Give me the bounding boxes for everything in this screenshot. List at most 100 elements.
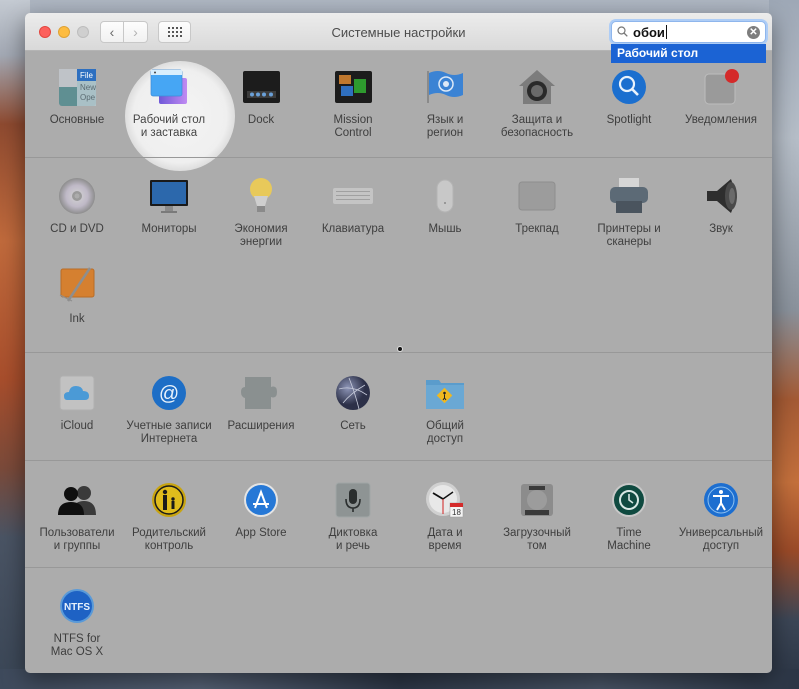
pane-desktop-screensaver[interactable]: Рабочий стол и заставка bbox=[123, 67, 215, 140]
pane-trackpad[interactable]: Трекпад bbox=[491, 176, 583, 236]
time-machine-icon bbox=[609, 480, 649, 520]
pane-label: Ink bbox=[69, 313, 85, 325]
section-internet: iCloud @ Учетные записи Интернета Расшир… bbox=[25, 352, 772, 460]
pane-date-time[interactable]: 18 Дата и время bbox=[399, 480, 491, 553]
pane-dictation-speech[interactable]: Диктовка и речь bbox=[307, 480, 399, 553]
chevron-right-icon: › bbox=[133, 24, 138, 40]
clear-search-icon[interactable]: ✕ bbox=[747, 26, 760, 39]
printers-scanners-icon bbox=[609, 176, 649, 216]
pane-label: Time Machine bbox=[607, 527, 651, 552]
pane-ink[interactable]: Ink bbox=[31, 266, 123, 326]
svg-text:NTFS: NTFS bbox=[64, 602, 90, 613]
pane-network[interactable]: Сеть bbox=[307, 373, 399, 433]
forward-button[interactable]: › bbox=[124, 21, 148, 43]
pane-users-groups[interactable]: Пользователи и группы bbox=[31, 480, 123, 553]
pane-label: Защита и безопасность bbox=[500, 114, 574, 139]
pane-displays[interactable]: Мониторы bbox=[123, 176, 215, 236]
pane-startup-disk[interactable]: Загрузочный том bbox=[491, 480, 583, 553]
search-icon bbox=[617, 26, 628, 37]
pane-extensions[interactable]: Расширения bbox=[215, 373, 307, 433]
section-personal: File New Ope Основные Рабочий стол и зас… bbox=[25, 52, 772, 171]
pane-dock[interactable]: Dock bbox=[215, 67, 307, 127]
pane-label: Dock bbox=[247, 114, 275, 126]
svg-text:File: File bbox=[80, 71, 93, 80]
navigation-buttons: ‹ › bbox=[100, 21, 148, 43]
extensions-icon bbox=[241, 373, 281, 413]
grid-icon bbox=[167, 27, 182, 37]
section-other: NTFS NTFS for Mac OS X bbox=[25, 567, 772, 673]
pane-internet-accounts[interactable]: @ Учетные записи Интернета bbox=[123, 373, 215, 446]
pane-cd-dvd[interactable]: CD и DVD bbox=[31, 176, 123, 236]
svg-text:@: @ bbox=[159, 383, 179, 405]
network-icon bbox=[333, 373, 373, 413]
pane-sharing[interactable]: Общий доступ bbox=[399, 373, 491, 446]
system-preferences-window: Системные настройки ‹ › обои ✕ Рабочий с… bbox=[25, 13, 772, 673]
pane-label: Универсальный доступ bbox=[678, 527, 764, 552]
pane-ntfs[interactable]: NTFS NTFS for Mac OS X bbox=[31, 586, 123, 659]
section-system: Пользователи и группы Родительский контр… bbox=[25, 460, 772, 567]
pane-spotlight[interactable]: Spotlight bbox=[583, 67, 675, 127]
pane-label: Экономия энергии bbox=[234, 223, 288, 248]
startup-disk-icon bbox=[517, 480, 557, 520]
pane-notifications[interactable]: Уведомления bbox=[675, 67, 767, 127]
pane-label: Принтеры и сканеры bbox=[597, 223, 661, 248]
pane-label: Сеть bbox=[340, 420, 366, 432]
pane-label: Родительский контроль bbox=[132, 527, 206, 552]
pane-label: Дата и время bbox=[427, 527, 463, 552]
pane-mission-control[interactable]: Mission Control bbox=[307, 67, 399, 140]
pane-security[interactable]: Защита и безопасность bbox=[491, 67, 583, 140]
search-suggestion-item[interactable]: Рабочий стол bbox=[611, 44, 766, 63]
pane-accessibility[interactable]: Универсальный доступ bbox=[675, 480, 767, 553]
notifications-icon bbox=[701, 67, 741, 107]
pane-label: iCloud bbox=[60, 420, 94, 432]
pane-label: App Store bbox=[235, 527, 287, 539]
internet-accounts-icon: @ bbox=[149, 373, 189, 413]
pane-label: Учетные записи Интернета bbox=[126, 420, 212, 445]
section-hardware: CD и DVD Мониторы Экономия энергии Клави… bbox=[25, 157, 772, 352]
pane-label: Загрузочный том bbox=[503, 527, 571, 552]
chevron-left-icon: ‹ bbox=[109, 24, 115, 40]
sharing-icon bbox=[425, 373, 465, 413]
pane-icloud[interactable]: iCloud bbox=[31, 373, 123, 433]
pane-label: Язык и регион bbox=[426, 114, 464, 139]
mission-control-icon bbox=[333, 67, 373, 107]
search-value: обои bbox=[633, 25, 667, 40]
pane-label: Основные bbox=[49, 114, 105, 126]
svg-text:New: New bbox=[80, 83, 96, 92]
pane-language-region[interactable]: Язык и регион bbox=[399, 67, 491, 140]
pane-label: Уведомления bbox=[685, 114, 757, 126]
pane-label: Диктовка и речь bbox=[328, 527, 378, 552]
show-all-button[interactable] bbox=[158, 21, 191, 43]
accessibility-icon bbox=[701, 480, 741, 520]
pane-keyboard[interactable]: Клавиатура bbox=[307, 176, 399, 236]
trackpad-icon bbox=[517, 176, 557, 216]
energy-saver-icon bbox=[241, 176, 281, 216]
pane-label: Звук bbox=[709, 223, 733, 235]
pane-general[interactable]: File New Ope Основные bbox=[31, 67, 123, 127]
pane-parental-controls[interactable]: Родительский контроль bbox=[123, 480, 215, 553]
desktop-wallpaper-right bbox=[769, 0, 799, 689]
svg-text:18: 18 bbox=[452, 508, 461, 517]
language-region-icon bbox=[425, 67, 465, 107]
dictation-speech-icon bbox=[333, 480, 373, 520]
pane-energy-saver[interactable]: Экономия энергии bbox=[215, 176, 307, 249]
pane-sound[interactable]: Звук bbox=[675, 176, 767, 236]
pane-label: Пользователи и группы bbox=[39, 527, 115, 552]
mouse-icon bbox=[425, 176, 465, 216]
ntfs-icon: NTFS bbox=[57, 586, 97, 626]
security-icon bbox=[517, 67, 557, 107]
pane-label: Общий доступ bbox=[426, 420, 464, 445]
svg-text:Ope: Ope bbox=[80, 93, 96, 102]
mouse-cursor bbox=[398, 347, 402, 351]
pane-label: CD и DVD bbox=[50, 223, 104, 235]
pane-printers-scanners[interactable]: Принтеры и сканеры bbox=[583, 176, 675, 249]
pane-mouse[interactable]: Мышь bbox=[399, 176, 491, 236]
pane-time-machine[interactable]: Time Machine bbox=[583, 480, 675, 553]
pane-app-store[interactable]: App Store bbox=[215, 480, 307, 540]
keyboard-icon bbox=[333, 176, 373, 216]
search-input[interactable]: обои ✕ bbox=[611, 21, 766, 43]
pane-label: Клавиатура bbox=[321, 223, 385, 235]
pane-label: Трекпад bbox=[515, 223, 559, 235]
back-button[interactable]: ‹ bbox=[100, 21, 124, 43]
sound-icon bbox=[701, 176, 741, 216]
